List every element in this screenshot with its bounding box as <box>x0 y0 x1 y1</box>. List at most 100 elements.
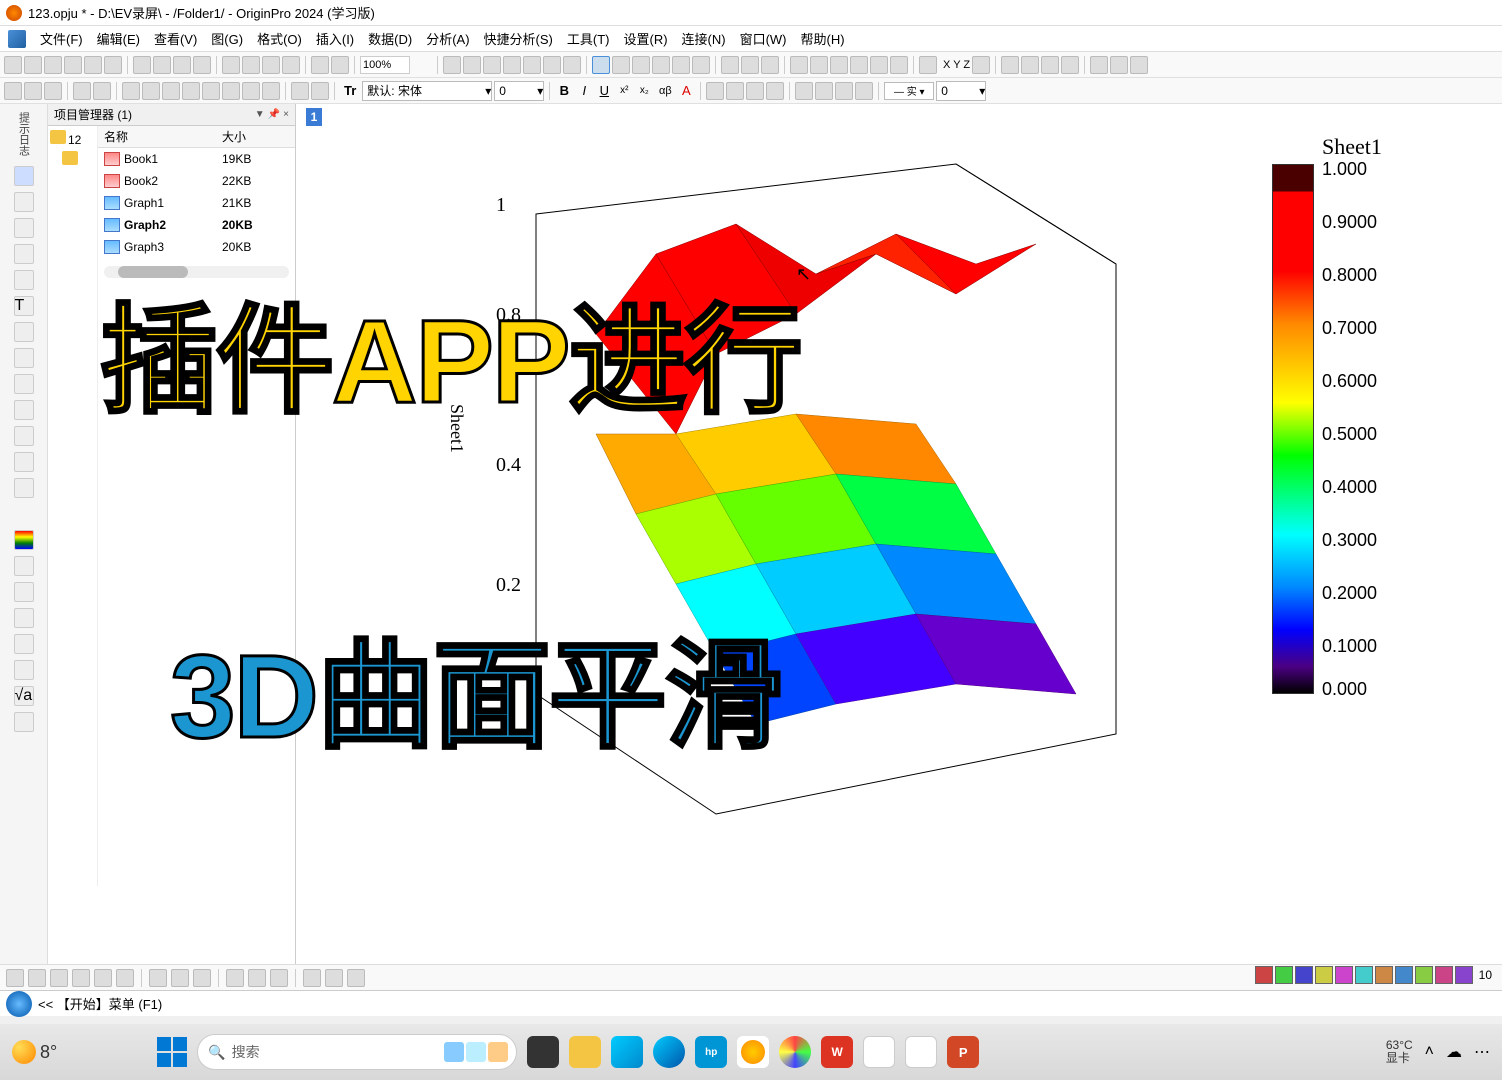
recalc-icon[interactable] <box>311 56 329 74</box>
app-2-icon[interactable] <box>905 1036 937 1068</box>
fx-icon[interactable] <box>919 56 937 74</box>
list-item[interactable]: Book1 19KB <box>98 148 295 170</box>
distribute-icon[interactable] <box>311 82 329 100</box>
pick-1-icon[interactable] <box>73 82 91 100</box>
col-name-header[interactable]: 名称 <box>98 126 218 147</box>
arrow-left-icon[interactable] <box>1001 56 1019 74</box>
br-2-icon[interactable] <box>1275 966 1293 984</box>
powerpoint-icon[interactable]: P <box>947 1036 979 1068</box>
chart-3d-icon[interactable] <box>850 56 868 74</box>
list-item[interactable]: Graph1 21KB <box>98 192 295 214</box>
list-item[interactable]: Graph2 20KB <box>98 214 295 236</box>
palette-icon[interactable] <box>14 530 34 550</box>
chrome-icon[interactable] <box>779 1036 811 1068</box>
menu-help[interactable]: 帮助(H) <box>797 27 849 50</box>
align-icon[interactable] <box>291 82 309 100</box>
more-icon[interactable]: ⋯ <box>1474 1042 1490 1062</box>
font-name-dropdown[interactable]: 默认: 宋体▾ <box>362 81 492 101</box>
br-3-icon[interactable] <box>1295 966 1313 984</box>
new-project-icon[interactable] <box>4 56 22 74</box>
open-template-icon[interactable] <box>153 56 171 74</box>
bt-line-icon[interactable] <box>6 969 24 987</box>
br-10-icon[interactable] <box>1435 966 1453 984</box>
theme-4-icon[interactable] <box>182 82 200 100</box>
scale-icon[interactable] <box>652 56 670 74</box>
misc-1-icon[interactable] <box>14 608 34 628</box>
weather-widget[interactable]: 8° <box>12 1040 57 1064</box>
horizontal-scrollbar[interactable] <box>104 266 289 278</box>
reflect-v-icon[interactable] <box>1110 56 1128 74</box>
chart-contour-icon[interactable] <box>890 56 908 74</box>
new-notes-icon[interactable] <box>104 56 122 74</box>
start-menu-icon[interactable] <box>6 991 32 1017</box>
chart-surface-icon[interactable] <box>870 56 888 74</box>
panel-pin-icon[interactable]: 📌 <box>268 109 280 120</box>
graph-window[interactable]: 1 <box>296 104 1502 964</box>
theme-8-icon[interactable] <box>262 82 280 100</box>
mask-tool-icon[interactable] <box>14 426 34 446</box>
log-tab-label[interactable]: 提示日志 <box>16 108 32 160</box>
region-tool-icon[interactable] <box>14 400 34 420</box>
colorbar[interactable]: Sheet1 1.000 0.9000 0.8000 0.7000 0.6000… <box>1272 134 1432 704</box>
grid-tool-icon[interactable] <box>14 582 34 602</box>
panel-close-icon[interactable]: × <box>283 109 289 120</box>
new-graph-icon[interactable] <box>44 56 62 74</box>
panel-dropdown-icon[interactable]: ▼ <box>255 109 265 120</box>
bt-vector-icon[interactable] <box>303 969 321 987</box>
export-icon[interactable] <box>282 56 300 74</box>
zoom-in-icon[interactable] <box>741 56 759 74</box>
br-9-icon[interactable] <box>1415 966 1433 984</box>
zoom-input[interactable] <box>360 56 410 74</box>
slide-icon[interactable] <box>503 56 521 74</box>
explorer-icon[interactable] <box>569 1036 601 1068</box>
add-layer-icon[interactable] <box>632 56 650 74</box>
bt-bar-icon[interactable] <box>94 969 112 987</box>
open-icon[interactable] <box>133 56 151 74</box>
bt-contour-icon[interactable] <box>226 969 244 987</box>
br-7-icon[interactable] <box>1375 966 1393 984</box>
reflect-h-icon[interactable] <box>1090 56 1108 74</box>
fill-color-icon[interactable] <box>726 82 744 100</box>
menu-graph[interactable]: 图(G) <box>207 27 247 50</box>
menu-file[interactable]: 文件(F) <box>36 27 87 50</box>
marker-icon[interactable] <box>815 82 833 100</box>
start-button[interactable] <box>157 1037 187 1067</box>
wps-icon[interactable]: W <box>821 1036 853 1068</box>
rect-tool-icon[interactable] <box>14 374 34 394</box>
italic-button[interactable]: I <box>575 83 593 98</box>
paint-icon[interactable] <box>4 82 22 100</box>
3d-surface-plot[interactable]: 1 0.8 0.4 0.2 Sheet1 ↖ <box>396 134 1176 834</box>
menu-analysis[interactable]: 分析(A) <box>422 27 473 50</box>
arrow-down-icon[interactable] <box>1061 56 1079 74</box>
theme-7-icon[interactable] <box>242 82 260 100</box>
print-icon[interactable] <box>443 56 461 74</box>
folder-tree[interactable]: 12 <box>48 126 98 886</box>
menu-data[interactable]: 数据(D) <box>364 27 416 50</box>
new-workbook-icon[interactable] <box>24 56 42 74</box>
save-template-icon[interactable] <box>222 56 240 74</box>
bt-3dsurf-icon[interactable] <box>193 969 211 987</box>
superscript-button[interactable]: x² <box>615 85 633 96</box>
rescale-icon[interactable] <box>721 56 739 74</box>
layer-indicator[interactable]: 1 <box>306 108 322 126</box>
arrow-tool-icon[interactable] <box>14 322 34 342</box>
bt-3dbar-icon[interactable] <box>171 969 189 987</box>
origin-icon[interactable] <box>8 30 26 48</box>
paste-format-icon[interactable] <box>44 82 62 100</box>
store-icon[interactable] <box>611 1036 643 1068</box>
app-1-icon[interactable] <box>863 1036 895 1068</box>
save-icon[interactable] <box>193 56 211 74</box>
bt-pie-icon[interactable] <box>149 969 167 987</box>
axis-icon[interactable] <box>672 56 690 74</box>
bt-area-icon[interactable] <box>116 969 134 987</box>
bt-column-icon[interactable] <box>72 969 90 987</box>
reader-tool-icon[interactable] <box>14 244 34 264</box>
menu-connectivity[interactable]: 连接(N) <box>678 27 730 50</box>
menu-format[interactable]: 格式(O) <box>253 27 306 50</box>
lock-icon[interactable] <box>331 56 349 74</box>
new-matrix-icon[interactable] <box>64 56 82 74</box>
layout-icon[interactable] <box>523 56 541 74</box>
edge-icon[interactable] <box>653 1036 685 1068</box>
print-preview-icon[interactable] <box>463 56 481 74</box>
search-box[interactable]: 🔍 搜索 <box>197 1034 517 1070</box>
